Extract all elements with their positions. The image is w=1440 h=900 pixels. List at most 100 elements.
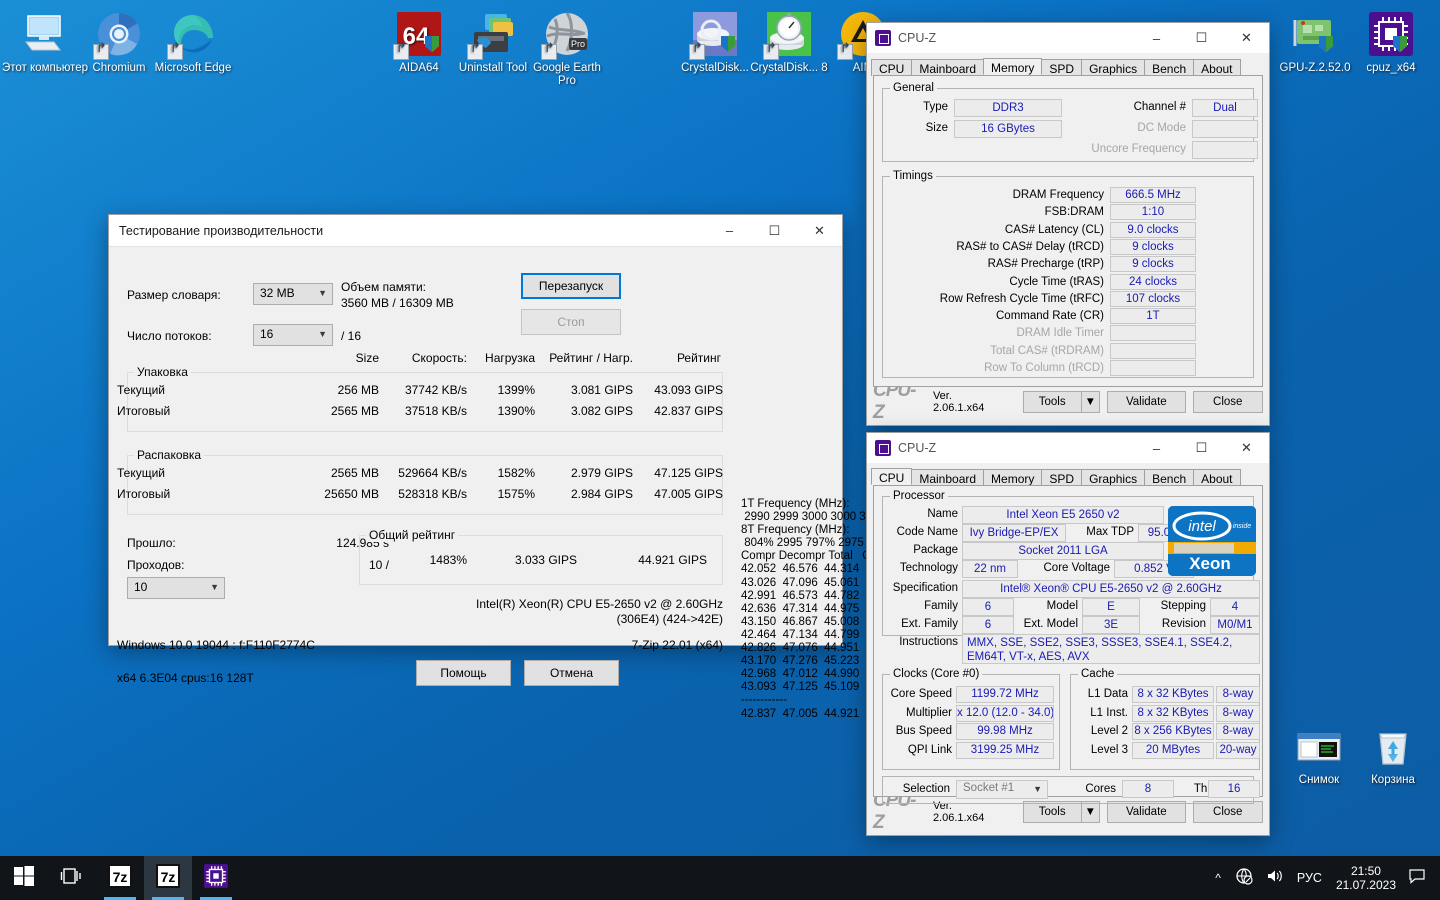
close-button[interactable]: ✕ [797, 215, 842, 246]
dictionary-size-value: 32 MB [260, 286, 295, 300]
cpu-codename-value: Ivy Bridge-EP/EX [962, 524, 1066, 542]
stop-button: Стоп [521, 309, 621, 335]
minimize-button[interactable]: – [1134, 433, 1179, 464]
memory-usage-label: Объем памяти: [341, 280, 427, 294]
help-button[interactable]: Помощь [416, 660, 511, 686]
tab-graphics[interactable]: Graphics [1081, 59, 1146, 76]
cpuz-cpu-panel: Processor Name Intel Xeon E5 2650 v2 Cod… [873, 485, 1263, 804]
seven-zip-titlebar[interactable]: Тестирование производительности – ☐ ✕ [109, 215, 842, 247]
7zip-icon: 7z [107, 863, 133, 894]
system-tray[interactable]: ^ РУС 21:50 21.07.2023 [1207, 856, 1440, 900]
memory-type-value: DDR3 [954, 99, 1062, 117]
tab-mainboard[interactable]: Mainboard [911, 59, 985, 76]
cpuz-memory-tabs[interactable]: CPU Mainboard Memory SPD Graphics Bench About [867, 53, 1269, 76]
restart-button[interactable]: Перезапуск [521, 273, 621, 299]
memory-dcmode-label: DC Mode [1137, 122, 1186, 134]
tab-memory[interactable]: Memory [983, 58, 1043, 75]
tab-graphics[interactable]: Graphics [1081, 469, 1146, 486]
network-disconnected-icon[interactable] [1229, 867, 1259, 890]
action-center-icon[interactable] [1402, 867, 1440, 890]
volume-icon[interactable] [1259, 867, 1289, 890]
minimize-button[interactable]: – [1134, 23, 1179, 54]
cpu-extmodel-value: 3E [1082, 616, 1140, 634]
taskbar-cpuz[interactable] [192, 856, 240, 900]
maximize-button[interactable]: ☐ [1179, 23, 1224, 54]
tab-memory[interactable]: Memory [983, 469, 1043, 486]
tab-spd[interactable]: SPD [1041, 59, 1083, 76]
snapshot-icon [1295, 722, 1343, 770]
cache-way-2: 8-way [1216, 723, 1260, 740]
decompress-label: Текущий [117, 466, 165, 480]
tab-cpu[interactable]: CPU [871, 468, 913, 485]
aida64-icon: 64 [393, 10, 443, 60]
clock[interactable]: 21:50 21.07.2023 [1330, 864, 1402, 892]
clock-label-1: Multiplier [905, 706, 952, 719]
desktop-icon-recycle-bin[interactable]: Корзина [1350, 722, 1436, 787]
google-earth-icon: Pro [541, 10, 591, 60]
tools-dropdown-icon[interactable]: ▼ [1080, 801, 1101, 823]
seven-zip-benchmark-window[interactable]: Тестирование производительности – ☐ ✕ Ра… [108, 214, 942, 720]
timing-label-9: Total CAS# (tRDRAM) [990, 344, 1104, 357]
threads-select[interactable]: 16 ▼ [253, 324, 333, 346]
cpuz-memory-window[interactable]: CPU-Z – ☐ ✕ CPU Mainboard Memory SPD Graphic… [866, 22, 1270, 426]
desktop-icon-gpu-z[interactable]: GPU-Z.2.52.0 [1272, 10, 1358, 75]
close-button[interactable]: ✕ [1224, 433, 1269, 464]
cpuz-cpu-title: CPU-Z [898, 441, 937, 455]
timing-label-2: CAS# Latency (CL) [1004, 223, 1104, 236]
tools-button[interactable]: Tools [1022, 801, 1082, 823]
taskbar-7zip-2[interactable]: 7z [144, 856, 192, 900]
cache-way-3: 20-way [1216, 741, 1260, 759]
desktop-icon-google-earth-pro[interactable]: Pro Google Earth Pro [524, 10, 610, 88]
passes-select[interactable]: 10 ▼ [127, 577, 225, 599]
tab-about[interactable]: About [1193, 469, 1241, 486]
tools-button[interactable]: Tools [1022, 391, 1082, 413]
col-speed: Скорость: [411, 351, 467, 365]
tab-bench[interactable]: Bench [1144, 469, 1195, 486]
taskbar-7zip-1[interactable]: 7z [96, 856, 144, 900]
seven-zip-title: Тестирование производительности [119, 223, 324, 238]
memory-size-label: Size [925, 122, 948, 134]
shortcut-overlay-icon [541, 44, 557, 60]
maximize-button[interactable]: ☐ [1179, 433, 1224, 464]
tab-spd[interactable]: SPD [1041, 469, 1083, 486]
maximize-button[interactable]: ☐ [752, 215, 797, 246]
cpuz-memory-titlebar[interactable]: CPU-Z – ☐ ✕ [867, 23, 1269, 53]
taskbar[interactable]: 7z 7z ^ РУС 21:50 21.07.2023 [0, 856, 1440, 900]
desktop-icon-cpuz-x64[interactable]: cpuz_x64 [1348, 10, 1434, 75]
cache-label-3: Level 3 [1090, 743, 1128, 756]
cpuz-cpu-window[interactable]: CPU-Z – ☐ ✕ CPU Mainboard Memory SPD Graphic… [866, 432, 1270, 836]
desktop-icon-microsoft-edge[interactable]: Microsoft Edge [150, 10, 236, 75]
cpu-stepping-label: Stepping [1160, 600, 1206, 612]
shortcut-overlay-icon [763, 44, 779, 60]
tools-dropdown-icon[interactable]: ▼ [1080, 391, 1101, 413]
shortcut-overlay-icon [393, 44, 409, 60]
tab-about[interactable]: About [1193, 59, 1241, 76]
edge-icon [167, 10, 217, 60]
close-button-footer[interactable]: Close [1192, 801, 1264, 823]
selection-select[interactable]: Socket #1 ▼ [956, 780, 1048, 799]
col-rating: Рейтинг [676, 351, 721, 365]
desktop-icon-label: Google Earth Pro [533, 62, 601, 87]
cpuz-cpu-titlebar[interactable]: CPU-Z – ☐ ✕ [867, 433, 1269, 463]
tab-bench[interactable]: Bench [1144, 59, 1195, 76]
dictionary-size-select[interactable]: 32 MB ▼ [253, 283, 333, 305]
close-button[interactable]: ✕ [1224, 23, 1269, 54]
close-button-footer[interactable]: Close [1192, 391, 1264, 413]
task-view-button[interactable] [48, 856, 96, 900]
cancel-button[interactable]: Отмена [524, 660, 619, 686]
minimize-button[interactable]: – [707, 215, 752, 246]
cores-value: 8 [1122, 780, 1174, 798]
cpu-name-line1: Intel(R) Xeon(R) CPU E5-2650 v2 @ 2.60GH… [476, 597, 723, 611]
tab-cpu[interactable]: CPU [871, 59, 913, 76]
memory-channel-value: Dual [1192, 99, 1258, 117]
show-hidden-icons-button[interactable]: ^ [1207, 871, 1229, 885]
language-indicator[interactable]: РУС [1289, 871, 1330, 885]
cache-caption: Cache [1078, 668, 1118, 680]
tab-mainboard[interactable]: Mainboard [911, 469, 985, 486]
cpuz-cpu-tabs[interactable]: CPU Mainboard Memory SPD Graphics Bench About [867, 463, 1269, 486]
shortcut-overlay-icon [167, 44, 183, 60]
validate-button[interactable]: Validate [1107, 801, 1186, 823]
desktop-icon-label: cpuz_x64 [1366, 62, 1416, 74]
validate-button[interactable]: Validate [1107, 391, 1186, 413]
start-button[interactable] [0, 856, 48, 900]
